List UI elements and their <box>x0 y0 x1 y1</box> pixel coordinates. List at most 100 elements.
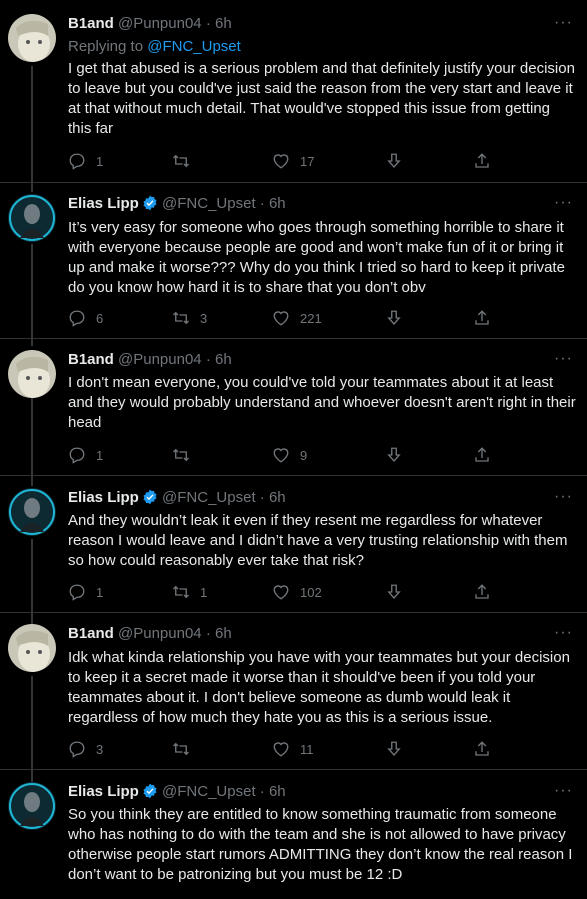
like-button[interactable]: 11 <box>272 739 314 759</box>
share-button[interactable] <box>473 151 491 171</box>
share-icon <box>475 153 489 168</box>
avatar-elias-lipp[interactable] <box>8 194 56 242</box>
tweet-actions: 1 9 <box>68 445 508 465</box>
share-icon <box>475 310 489 325</box>
like-count: 221 <box>300 310 322 326</box>
heart-icon <box>273 585 289 600</box>
like-button[interactable]: 9 <box>272 445 307 465</box>
tweet-text: It’s very easy for someone who goes thro… <box>68 219 565 296</box>
tweet-text: I don't mean everyone, you could've told… <box>68 374 576 431</box>
replying-to-link[interactable]: @FNC_Upset <box>147 38 241 55</box>
more-options-icon[interactable]: ··· <box>554 488 573 506</box>
avatar-b1and[interactable] <box>8 350 56 398</box>
verified-badge-icon <box>143 489 157 505</box>
like-button[interactable]: 221 <box>272 308 322 328</box>
tweet[interactable]: Elias Lipp @FNC_Upset · 6h ··· It’s very… <box>0 183 587 339</box>
author-handle[interactable]: @Punpun04 <box>118 15 202 32</box>
retweet-button[interactable]: 1 <box>172 582 207 602</box>
retweet-button[interactable] <box>172 739 200 759</box>
retweet-button[interactable]: 3 <box>172 308 207 328</box>
retweet-button[interactable] <box>172 151 200 171</box>
author-handle[interactable]: @Punpun04 <box>118 351 202 368</box>
reply-icon <box>69 584 85 601</box>
reply-button[interactable]: 1 <box>68 582 103 602</box>
timestamp[interactable]: · 6h <box>206 351 232 368</box>
downvote-button[interactable] <box>385 582 403 602</box>
like-button[interactable]: 102 <box>272 582 322 602</box>
share-button[interactable] <box>473 445 491 465</box>
author-handle[interactable]: @FNC_Upset <box>162 783 256 800</box>
tweet-header: Elias Lipp @FNC_Upset · 6h <box>68 488 587 508</box>
author-handle[interactable]: @FNC_Upset <box>162 489 256 506</box>
author-name[interactable]: B1and <box>68 15 114 32</box>
avatar-elias-lipp[interactable] <box>8 488 56 536</box>
author-handle[interactable]: @Punpun04 <box>118 625 202 642</box>
reply-count: 1 <box>96 584 104 600</box>
tweet-actions: 1 17 <box>68 151 508 171</box>
more-options-icon[interactable]: ··· <box>554 782 573 800</box>
tweet[interactable]: B1and @Punpun04 · 6h ··· I don't mean ev… <box>0 339 587 476</box>
author-handle[interactable]: @FNC_Upset <box>162 195 256 212</box>
heart-icon <box>273 742 289 757</box>
retweet-icon <box>173 742 189 756</box>
timestamp[interactable]: · 6h <box>260 489 286 506</box>
share-button[interactable] <box>473 308 491 328</box>
more-options-icon[interactable]: ··· <box>554 194 573 212</box>
retweet-icon <box>173 585 189 599</box>
reply-count: 3 <box>96 741 104 757</box>
downvote-button[interactable] <box>385 739 403 759</box>
share-button[interactable] <box>473 582 491 602</box>
author-name[interactable]: Elias Lipp <box>68 195 139 212</box>
timestamp[interactable]: · 6h <box>260 195 286 212</box>
reply-count: 1 <box>96 447 104 463</box>
avatar-elias-lipp[interactable] <box>8 782 56 830</box>
like-count: 11 <box>300 741 314 757</box>
timestamp[interactable]: · 6h <box>206 15 232 32</box>
reply-button[interactable]: 3 <box>68 739 103 759</box>
like-count: 102 <box>300 584 322 600</box>
like-button[interactable]: 17 <box>272 151 314 171</box>
reply-button[interactable]: 6 <box>68 308 103 328</box>
tweet[interactable]: Elias Lipp @FNC_Upset · 6h ··· So you th… <box>0 770 587 899</box>
more-options-icon[interactable]: ··· <box>554 624 573 642</box>
reply-button[interactable]: 1 <box>68 445 103 465</box>
retweet-icon <box>173 311 189 325</box>
timestamp[interactable]: · 6h <box>206 625 232 642</box>
avatar-b1and[interactable] <box>8 624 56 672</box>
retweet-count: 1 <box>200 584 208 600</box>
heart-icon <box>273 448 289 463</box>
tweet[interactable]: Elias Lipp @FNC_Upset · 6h ··· And they … <box>0 476 587 613</box>
downvote-icon <box>387 153 401 169</box>
downvote-button[interactable] <box>385 445 403 465</box>
tweet-actions: 6 3 221 <box>68 308 508 328</box>
tweet-text: So you think they are entitled to know s… <box>68 806 573 883</box>
downvote-icon <box>387 741 401 757</box>
timestamp[interactable]: · 6h <box>260 783 286 800</box>
like-count: 17 <box>300 153 315 169</box>
author-name[interactable]: B1and <box>68 351 114 368</box>
tweet-header: B1and @Punpun04 · 6h <box>68 350 587 370</box>
reply-icon <box>69 153 85 170</box>
more-options-icon[interactable]: ··· <box>554 14 573 32</box>
more-options-icon[interactable]: ··· <box>554 350 573 368</box>
tweet[interactable]: B1and @Punpun04 · 6h ··· Replying to @FN… <box>0 0 587 183</box>
downvote-button[interactable] <box>385 308 403 328</box>
reply-count: 1 <box>96 153 104 169</box>
author-name[interactable]: Elias Lipp <box>68 783 139 800</box>
tweet-header: B1and @Punpun04 · 6h <box>68 624 587 644</box>
retweet-icon <box>173 448 189 462</box>
author-name[interactable]: Elias Lipp <box>68 489 139 506</box>
tweet-header: Elias Lipp @FNC_Upset · 6h <box>68 194 587 214</box>
author-name[interactable]: B1and <box>68 625 114 642</box>
tweet[interactable]: B1and @Punpun04 · 6h ··· Idk what kinda … <box>0 613 587 770</box>
retweet-button[interactable] <box>172 445 200 465</box>
downvote-button[interactable] <box>385 151 403 171</box>
like-count: 9 <box>300 447 308 463</box>
reply-button[interactable]: 1 <box>68 151 103 171</box>
share-icon <box>475 447 489 462</box>
tweet-actions: 3 11 <box>68 739 508 759</box>
reply-icon <box>69 447 85 464</box>
avatar-b1and[interactable] <box>8 14 56 62</box>
share-button[interactable] <box>473 739 491 759</box>
downvote-icon <box>387 447 401 463</box>
